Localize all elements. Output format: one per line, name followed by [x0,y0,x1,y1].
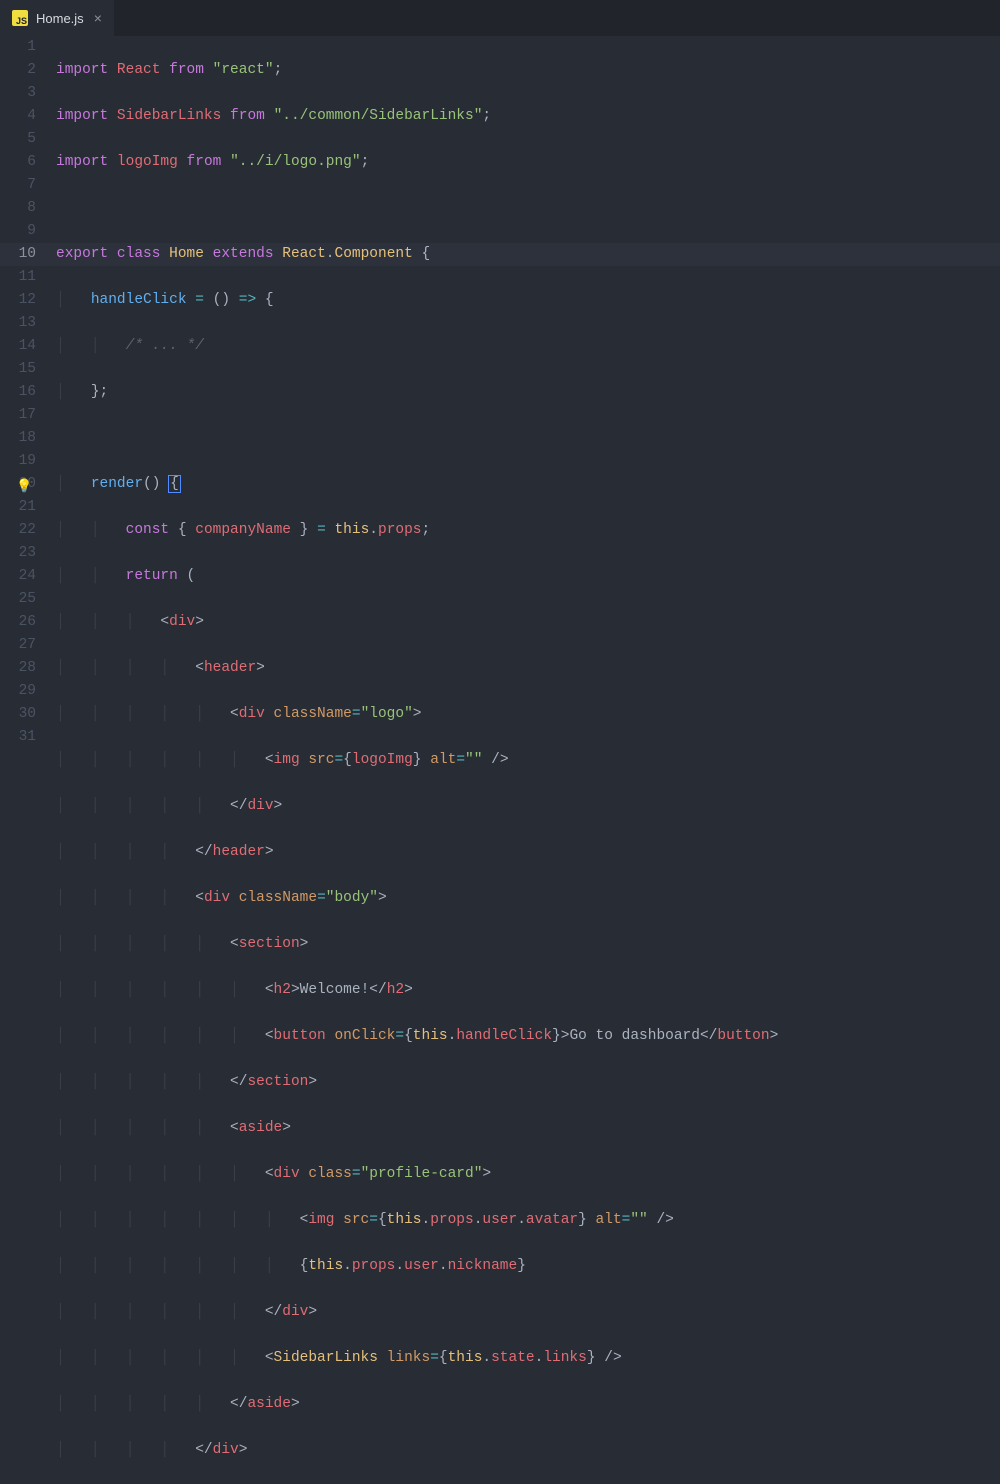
code-line: │ │ │ │ │ │ </div> [56,1301,1000,1324]
code-line: │ │ │ │ │ <section> [56,933,1000,956]
code-line: │ │ │ │ │ │ │ <img src={this.props.user.… [56,1209,1000,1232]
code-line [56,197,1000,220]
code-line: │ │ /* ... */ [56,335,1000,358]
line-number: 17 [0,404,36,427]
close-icon[interactable]: × [92,9,104,27]
tab-home-js[interactable]: JS Home.js × [0,0,114,36]
line-number: 10 [0,243,36,266]
line-number: 12 [0,289,36,312]
code-line [56,427,1000,450]
code-line: │ │ │ │ │ <aside> [56,1117,1000,1140]
line-number: 29 [0,680,36,703]
line-number: 13 [0,312,36,335]
lightbulb-icon[interactable]: 💡 [16,475,32,498]
code-line: │ │ │ │ │ │ <button onClick={this.handle… [56,1025,1000,1048]
code-line: import SidebarLinks from "../common/Side… [56,105,1000,128]
line-number: 1 [0,36,36,59]
line-number: 22 [0,519,36,542]
line-number: 26 [0,611,36,634]
code-line: │ │ │ │ </div> [56,1439,1000,1462]
editor-tabbar: JS Home.js × [0,0,1000,36]
javascript-file-icon: JS [12,10,28,26]
code-line: │ │ │ │ <div className="body"> [56,887,1000,910]
line-number: 18 [0,427,36,450]
line-number: 23 [0,542,36,565]
line-number: 5 [0,128,36,151]
code-line: │ │ │ │ │ </section> [56,1071,1000,1094]
line-number: 7 [0,174,36,197]
line-number: 15 [0,358,36,381]
line-number: 3 [0,82,36,105]
code-line: │ │ │ <div> [56,611,1000,634]
line-number: 14 [0,335,36,358]
code-line: │ │ const { companyName } = this.props; [56,519,1000,542]
line-number: 21 [0,496,36,519]
line-number: 19 [0,450,36,473]
line-number: 8 [0,197,36,220]
code-line: │ │ │ │ │ │ <SidebarLinks links={this.st… [56,1347,1000,1370]
code-line: │ │ │ │ │ </div> [56,795,1000,818]
line-number: 16 [0,381,36,404]
line-number: 6 [0,151,36,174]
line-number: 4 [0,105,36,128]
code-line: │ │ │ │ │ │ │ {this.props.user.nickname} [56,1255,1000,1278]
line-number: 24 [0,565,36,588]
code-line: │ │ return ( [56,565,1000,588]
line-number: 27 [0,634,36,657]
code-line: │ │ │ │ │ │ <img src={logoImg} alt="" /> [56,749,1000,772]
line-number-gutter: 1 2 3 4 5 6 7 8 9 10 11 12 13 14 15 16 1… [0,36,56,742]
code-line: 💡│ render() { [56,473,1000,496]
line-number: 28 [0,657,36,680]
line-number: 11 [0,266,36,289]
code-line: │ }; [56,381,1000,404]
code-line: │ handleClick = () => { [56,289,1000,312]
code-area[interactable]: import React from "react"; import Sideba… [56,36,1000,742]
code-line: │ │ │ │ │ │ <div class="profile-card"> [56,1163,1000,1186]
code-line: export class Home extends React.Componen… [56,243,1000,266]
line-number: 30 [0,703,36,726]
code-line: │ │ │ │ </header> [56,841,1000,864]
line-number: 25 [0,588,36,611]
tab-filename: Home.js [36,11,84,26]
code-line: import logoImg from "../i/logo.png"; [56,151,1000,174]
line-number: 2 [0,59,36,82]
code-line: │ │ │ │ │ │ <h2>Welcome!</h2> [56,979,1000,1002]
line-number: 31 [0,726,36,749]
code-line: │ │ │ │ <header> [56,657,1000,680]
code-editor[interactable]: 1 2 3 4 5 6 7 8 9 10 11 12 13 14 15 16 1… [0,36,1000,742]
line-number: 9 [0,220,36,243]
code-line: │ │ │ │ │ <div className="logo"> [56,703,1000,726]
code-line: import React from "react"; [56,59,1000,82]
code-line: │ │ │ │ │ </aside> [56,1393,1000,1416]
